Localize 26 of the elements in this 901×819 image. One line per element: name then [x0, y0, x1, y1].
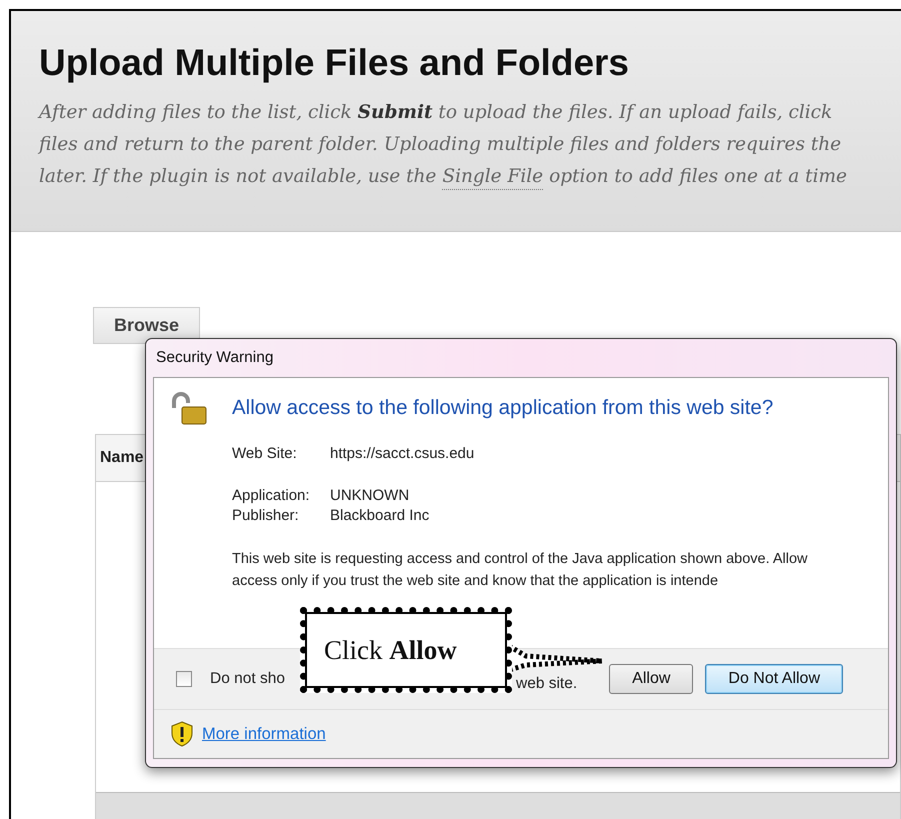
single-file-link[interactable]: Single File [442, 164, 544, 190]
more-information-link[interactable]: More information [202, 724, 326, 744]
detail-value: UNKNOWN [330, 486, 410, 506]
description-text: files and return to the parent folder. Uploading multiple files and folders requires the [39, 133, 842, 157]
checkbox-label-end: web site. [516, 674, 578, 693]
browse-button[interactable]: Browse [93, 307, 200, 344]
checkbox[interactable] [176, 671, 192, 687]
shield-icon [170, 721, 194, 747]
detail-label: Publisher: [232, 506, 300, 526]
dialog-button[interactable]: Do Not Allow [705, 664, 843, 694]
column-header[interactable]: Name [100, 449, 144, 467]
padlock-icon [170, 392, 208, 426]
callout-text: Click Allow [324, 634, 457, 666]
detail-label: Application: [232, 486, 311, 506]
description-text: option to add files one at a time [549, 165, 847, 189]
page-title: Upload Multiple Files and Folders [39, 41, 630, 85]
dialog-heading: Allow access to the following application from this web site? [232, 396, 774, 420]
description-text: later. If the plugin is not available, use the [39, 165, 436, 189]
detail-value: https://sacct.csus.edu [330, 444, 474, 464]
dialog-title: Security Warning [155, 348, 274, 368]
detail-value: Blackboard Inc [330, 506, 430, 526]
checkbox-label: Do not sho [210, 670, 286, 688]
detail-label: Web Site: [232, 444, 298, 464]
description-text: After adding files to the list, click Submit to upload the files. If an upload fails, click [39, 101, 832, 125]
dialog-button[interactable]: Allow [609, 664, 694, 694]
warning-message: This web site is requesting access and control of the Java application shown above. Allow access only if you trust the web site and know that the application is intende [232, 550, 808, 591]
